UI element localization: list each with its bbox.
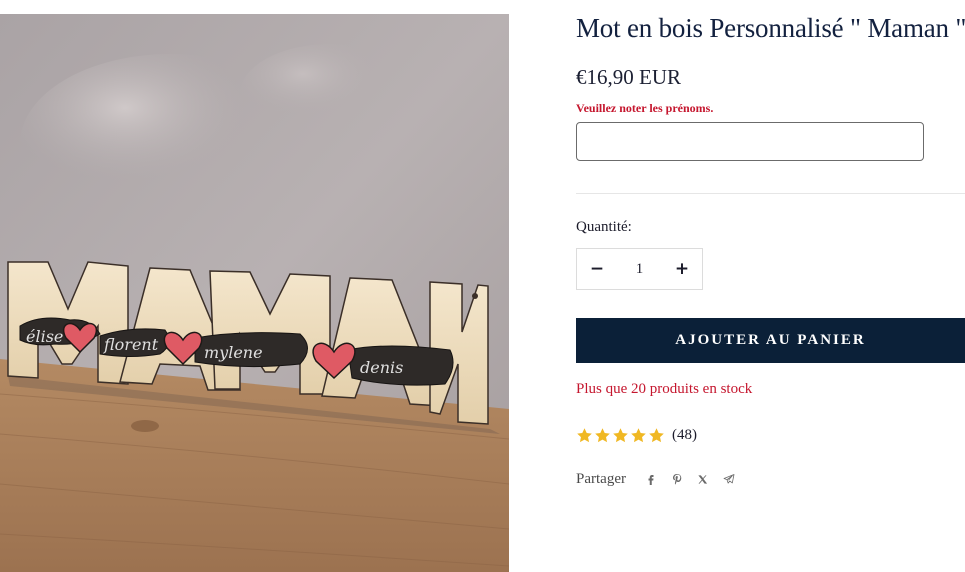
rating-stars [576,427,665,444]
names-input[interactable] [576,122,924,161]
star-icon [577,427,592,442]
personalization-note: Veuillez noter les prénoms. [576,101,714,115]
product-info: Mot en bois Personnalisé " Maman " €16,9… [576,0,965,572]
star-icon [613,427,628,442]
image-name-4: denis [360,358,403,377]
image-name-3: mylene [204,343,263,362]
product-image[interactable]: élise florent mylene denis [0,14,509,572]
rating[interactable]: (48) [576,424,697,446]
pinterest-icon[interactable] [667,469,687,489]
product-price: €16,90 EUR [576,65,681,89]
telegram-icon[interactable] [719,469,739,489]
x-icon[interactable] [693,469,713,489]
stock-status: Plus que 20 produits en stock [576,381,753,397]
divider [576,193,965,194]
image-name-2: florent [103,335,159,354]
add-to-cart-button[interactable]: AJOUTER AU PANIER [576,318,965,363]
image-name-1: élise [26,327,63,346]
quantity-value[interactable]: 1 [617,249,662,289]
quantity-stepper: − 1 + [576,248,703,290]
quantity-increase-button[interactable]: + [662,249,702,289]
star-icon [631,427,646,442]
star-icon [595,427,610,442]
quantity-decrease-button[interactable]: − [577,249,617,289]
product-title: Mot en bois Personnalisé " Maman " [576,13,965,43]
quantity-label: Quantité: [576,219,632,235]
review-count: (48) [672,426,697,443]
star-icon [649,427,664,442]
share-bar: Partager [576,469,745,489]
facebook-icon[interactable] [641,469,661,489]
share-label: Partager [576,470,626,487]
